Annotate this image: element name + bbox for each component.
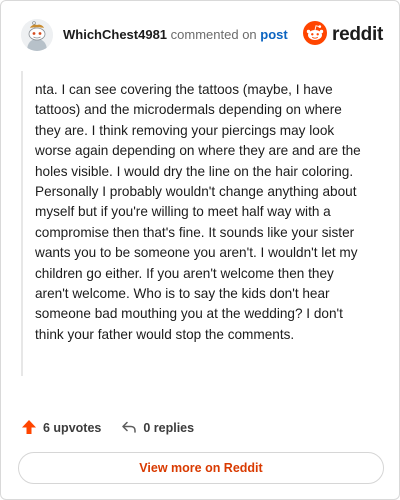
view-more-on-reddit-button[interactable]: View more on Reddit (18, 452, 384, 484)
author-line: WhichChest4981 commented on post (63, 27, 288, 42)
replies-button[interactable]: 0 replies (121, 419, 194, 438)
upvote-arrow-icon (21, 419, 43, 438)
snoo-avatar-icon[interactable] (21, 19, 53, 51)
reddit-comment-card: WhichChest4981 commented on post reddit (0, 0, 400, 500)
comment-header: WhichChest4981 commented on post reddit (21, 19, 383, 51)
reply-arrow-icon (121, 419, 143, 438)
upvotes-label: 6 upvotes (43, 421, 102, 435)
replies-label: 0 replies (143, 421, 195, 435)
comment-actions: 6 upvotes 0 replies (21, 417, 194, 439)
username-link[interactable]: WhichChest4981 (63, 27, 167, 42)
comment-text: nta. I can see covering the tattoos (may… (35, 82, 361, 342)
upvotes-button[interactable]: 6 upvotes (21, 419, 101, 438)
comment-body: nta. I can see covering the tattoos (may… (21, 71, 383, 376)
commented-on-text: commented on (170, 27, 257, 42)
reddit-logo-icon (303, 20, 328, 50)
post-link[interactable]: post (260, 27, 287, 42)
reddit-brand[interactable]: reddit (303, 20, 383, 50)
reddit-wordmark: reddit (332, 24, 383, 45)
